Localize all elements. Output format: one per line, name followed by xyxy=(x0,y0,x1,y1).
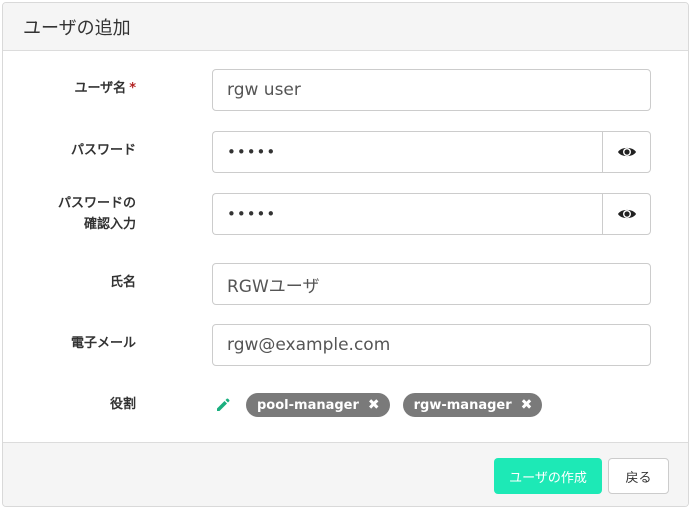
confirm-password-label-line1: パスワードの xyxy=(57,196,136,211)
dialog-title: ユーザの追加 xyxy=(23,17,131,39)
full-name-input[interactable]: RGWユーザ xyxy=(212,263,651,305)
role-badge-label: rgw-manager xyxy=(413,397,512,413)
email-value: rgw@example.com xyxy=(227,335,391,355)
username-input[interactable]: rgw user xyxy=(212,69,651,111)
remove-role-icon[interactable]: ✖ xyxy=(368,397,380,413)
eye-icon xyxy=(617,147,636,157)
role-badge-label: pool-manager xyxy=(257,397,359,413)
confirm-password-label: パスワードの 確認入力 xyxy=(58,193,136,235)
back-button[interactable]: 戻る xyxy=(608,458,669,494)
show-password-button[interactable] xyxy=(602,131,651,173)
dialog-footer: ユーザの作成 戻る xyxy=(3,442,688,506)
show-confirm-password-button[interactable] xyxy=(602,193,651,235)
eye-icon xyxy=(617,209,636,219)
email-label: 電子メール xyxy=(70,336,136,351)
create-user-button[interactable]: ユーザの作成 xyxy=(494,458,602,494)
password-label: パスワード xyxy=(70,143,136,158)
email-input[interactable]: rgw@example.com xyxy=(212,324,651,366)
required-mark: * xyxy=(129,81,136,96)
full-name-value: RGWユーザ xyxy=(227,276,320,297)
confirm-password-value: ••••• xyxy=(227,205,277,223)
remove-role-icon[interactable]: ✖ xyxy=(521,397,533,413)
pencil-icon[interactable] xyxy=(212,394,234,416)
role-badge: pool-manager ✖ xyxy=(246,393,390,417)
roles-list: pool-manager ✖ rgw-manager ✖ xyxy=(212,392,555,418)
username-label: ユーザ名 * xyxy=(74,79,136,99)
dialog-header: ユーザの追加 xyxy=(3,3,688,51)
full-name-label: 氏名 xyxy=(109,275,136,290)
form-body: ユーザ名 * rgw user パスワード ••••• パスワードの 確認入力 … xyxy=(3,51,688,443)
username-label-text: ユーザ名 xyxy=(74,81,127,96)
confirm-password-label-line2: 確認入力 xyxy=(83,217,136,232)
confirm-password-input[interactable]: ••••• xyxy=(212,193,602,235)
add-user-dialog: ユーザの追加 ユーザ名 * rgw user パスワード ••••• パスワード… xyxy=(2,2,689,507)
username-value: rgw user xyxy=(227,80,301,100)
role-badge: rgw-manager ✖ xyxy=(402,393,543,417)
password-input-group: ••••• xyxy=(212,131,651,173)
roles-label: 役割 xyxy=(109,397,136,412)
password-value: ••••• xyxy=(227,143,277,161)
password-input[interactable]: ••••• xyxy=(212,131,602,173)
confirm-password-input-group: ••••• xyxy=(212,193,651,235)
